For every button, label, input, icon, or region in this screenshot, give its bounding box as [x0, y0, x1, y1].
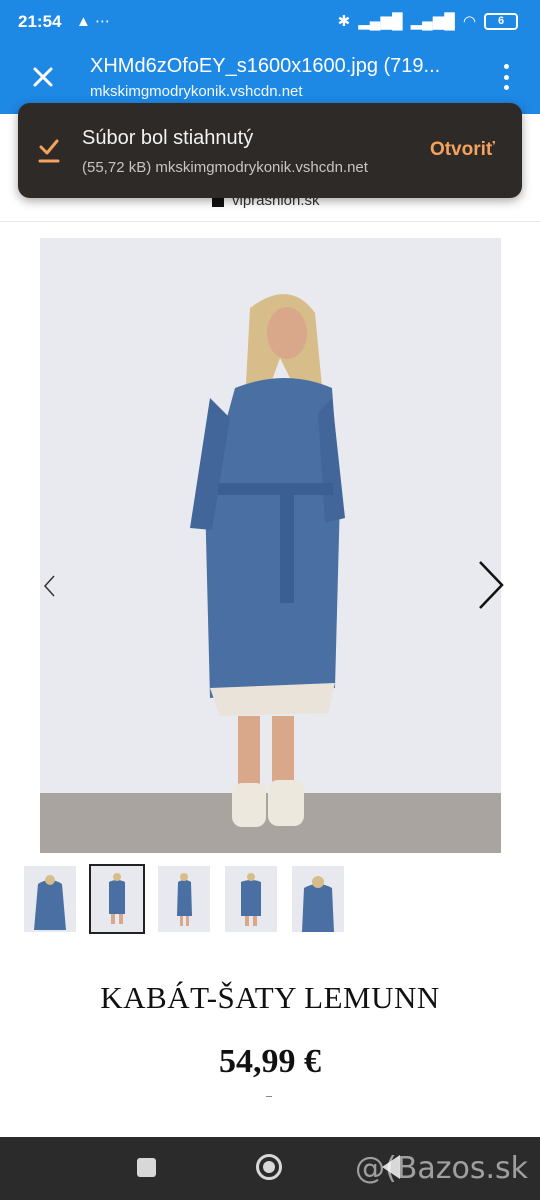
thumbnail-4[interactable]	[225, 866, 277, 932]
divider	[266, 1096, 272, 1097]
thumbnail-1[interactable]	[24, 866, 76, 932]
signal-icon: ▂▄▆█	[358, 13, 403, 30]
thumbnail-2[interactable]	[89, 864, 145, 934]
thumbnail-5[interactable]	[292, 866, 344, 932]
status-right-icons: ✱ ▂▄▆█ ▂▄▆█ ◠ 6	[338, 12, 518, 30]
battery-icon: 6	[484, 12, 518, 30]
previous-image-icon[interactable]	[40, 572, 60, 600]
recents-icon[interactable]	[137, 1158, 156, 1177]
signal-icon-2: ▂▄▆█	[410, 13, 455, 30]
home-icon[interactable]	[256, 1154, 282, 1180]
product-image[interactable]	[40, 238, 501, 853]
toast-title: Súbor bol stiahnutý	[82, 127, 254, 149]
download-toast: Súbor bol stiahnutý (55,72 kB) mkskimgmo…	[18, 103, 522, 198]
wifi-icon: ◠	[462, 13, 476, 30]
watermark: @(Bazos.sk	[355, 1151, 528, 1186]
status-bar: 21:54 ▲ ⋯ ✱ ▂▄▆█ ▂▄▆█ ◠ 6	[0, 0, 540, 44]
product-title: KABÁT-ŠATY LEMUNN	[100, 980, 440, 1015]
thumbnail-3[interactable]	[158, 866, 210, 932]
file-host: mkskimgmodrykonik.vshcdn.net	[90, 83, 303, 100]
system-nav-bar: @(Bazos.sk	[0, 1137, 540, 1200]
thumbnail-strip	[24, 864, 344, 934]
file-title: XHMd6zOfoEY_s1600x1600.jpg (719...	[90, 55, 441, 77]
product-photo	[40, 238, 501, 853]
download-complete-icon	[38, 139, 60, 163]
next-image-icon[interactable]	[474, 558, 508, 612]
bluetooth-icon: ✱	[337, 13, 351, 30]
open-button[interactable]: Otvoriť	[430, 139, 495, 161]
product-price: 54,99 €	[219, 1043, 321, 1080]
close-icon[interactable]	[26, 60, 60, 94]
status-time: 21:54	[18, 12, 62, 31]
toast-subtitle: (55,72 kB) mkskimgmodrykonik.vshcdn.net	[82, 159, 368, 176]
more-options-icon[interactable]	[502, 64, 510, 90]
notification-icons: ▲ ⋯	[76, 13, 111, 30]
